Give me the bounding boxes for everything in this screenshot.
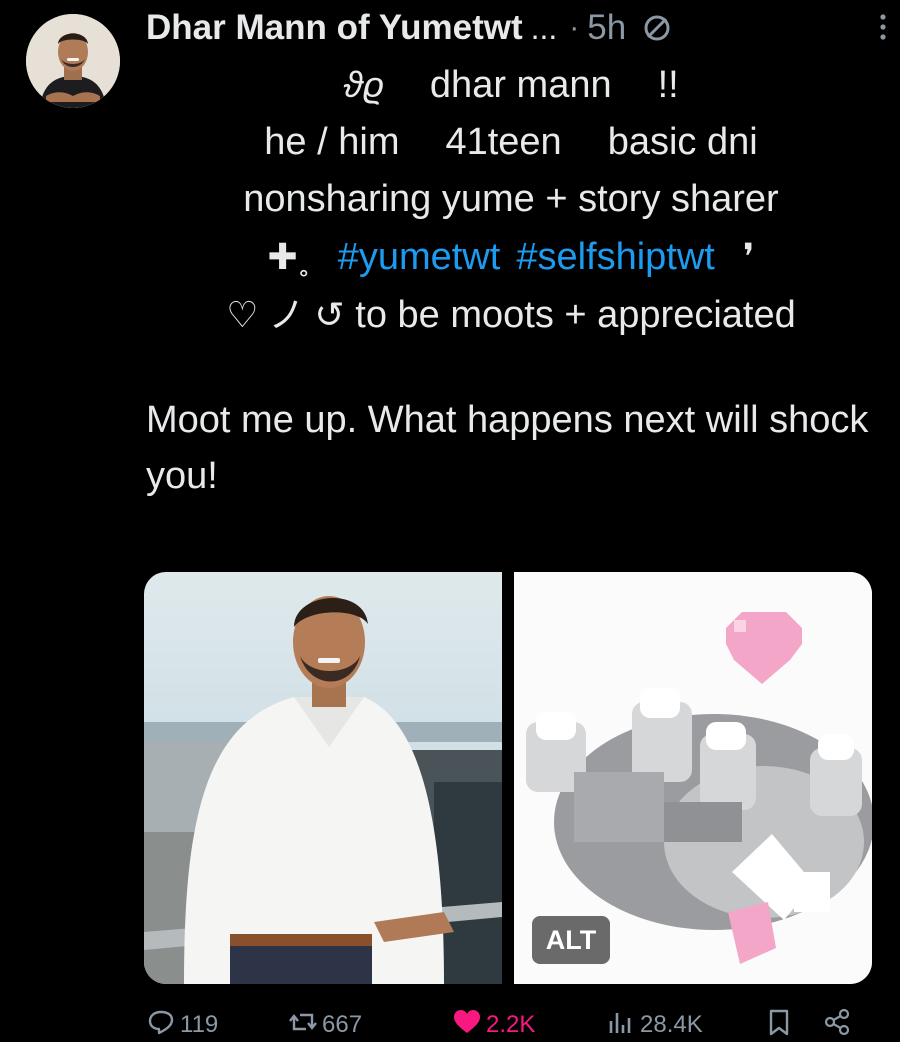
views-icon <box>606 1007 640 1042</box>
reply-icon <box>146 1007 180 1042</box>
alt-badge[interactable]: ALT <box>532 916 610 964</box>
views-button[interactable]: 28.4K <box>606 1007 703 1042</box>
bio-line-4: ✚˳ #yumetwt #selfshiptwt ❜ <box>146 228 876 286</box>
name-truncation: ... <box>530 9 558 46</box>
repost-count: 667 <box>322 1011 363 1038</box>
bookmark-button[interactable] <box>764 1007 798 1042</box>
hashtag-selfshiptwt[interactable]: #selfshiptwt <box>516 236 715 278</box>
bio-plus-symbol: ✚˳ <box>267 236 310 277</box>
bio-line-2: he / him 41teen basic dni <box>146 114 876 171</box>
post-bio: ϑϱ dhar mann!! he / him 41teen basic dni no… <box>146 56 876 344</box>
bio-name: dhar mann <box>429 64 612 106</box>
media-grid: ALT <box>144 572 872 984</box>
view-count: 28.4K <box>640 1011 703 1038</box>
display-name[interactable]: Dhar Mann of Yumetwt <box>146 8 523 48</box>
repost-icon <box>288 1007 322 1042</box>
share-button[interactable] <box>822 1007 856 1042</box>
bio-sharing: nonsharing yume + story sharer <box>243 178 779 220</box>
photo-man[interactable] <box>144 572 502 984</box>
more-icon[interactable] <box>878 14 888 40</box>
bio-moots: to be moots + appreciated <box>355 294 796 336</box>
bio-line-3: nonsharing yume + story sharer <box>146 171 876 228</box>
avatar[interactable] <box>26 14 120 108</box>
like-count: 2.2K <box>486 1011 536 1038</box>
bookmark-icon <box>764 1007 798 1042</box>
bio-heart-symbols: ♡ ノ ↺ <box>226 294 345 335</box>
share-icon <box>822 1007 856 1042</box>
reply-count: 119 <box>180 1011 219 1038</box>
post-time[interactable]: 5h <box>587 8 626 48</box>
bio-quote-symbol: ❜ <box>742 236 755 277</box>
bio-mark: !! <box>657 64 679 106</box>
post-header: Dhar Mann of Yumetwt ... · 5h <box>146 4 876 52</box>
bio-symbol: ϑϱ <box>343 64 384 105</box>
reply-button[interactable]: 119 <box>146 1007 218 1042</box>
pixel-art-cat[interactable]: ALT <box>514 572 872 984</box>
bio-age: 41teen <box>445 121 562 163</box>
bio-line-5: ♡ ノ ↺ to be moots + appreciated <box>146 286 876 344</box>
separator-dot: · <box>569 11 580 44</box>
bio-dni: basic dni <box>607 121 758 163</box>
action-bar: 119 667 2.2K 28.4K <box>146 1004 876 1042</box>
bio-line-1: ϑϱ dhar mann!! <box>146 56 876 114</box>
bio-pronouns: he / him <box>264 121 400 163</box>
repost-button[interactable]: 667 <box>288 1007 362 1042</box>
like-button[interactable]: 2.2K <box>452 1007 535 1042</box>
post-text: Moot me up. What happens next will shock… <box>146 399 869 497</box>
hashtag-yumetwt[interactable]: #yumetwt <box>338 236 501 278</box>
heart-icon <box>452 1007 486 1042</box>
restrict-reply-icon <box>642 13 672 43</box>
